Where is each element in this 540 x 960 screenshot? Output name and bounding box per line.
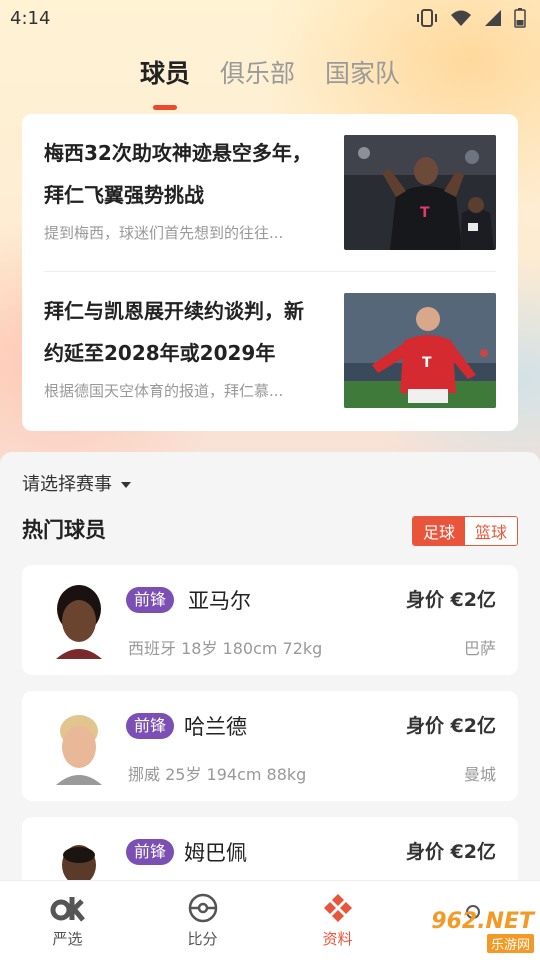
nav-label: 严选 (52, 930, 83, 948)
news-item[interactable]: 拜仁与凯恩展开续约谈判，新约延至2028年或2029年 根据德国天空体育的报道，… (44, 272, 496, 430)
competition-filter[interactable]: 请选择赛事 (22, 470, 132, 496)
news-title: 梅西32次助攻神迹悬空多年，拜仁飞翼强势挑战 (44, 141, 312, 207)
news-card: 梅西32次助攻神迹悬空多年，拜仁飞翼强势挑战 提到梅西，球迷们首先想到的往往..… (22, 114, 518, 431)
player-meta: 西班牙 18岁 180cm 72kg (128, 639, 323, 658)
nav-item-selection[interactable]: 严选 (0, 881, 135, 960)
position-badge: 前锋 (126, 713, 175, 739)
battery-icon (514, 8, 526, 28)
player-card[interactable]: 前锋 亚马尔 西班牙 18岁 180cm 72kg 身价 €2亿 巴萨 (22, 565, 518, 675)
news-image: T (344, 135, 496, 250)
nav-item-data[interactable]: 资料 (270, 881, 405, 960)
ball-icon (188, 892, 218, 924)
nav-label: 资料 (322, 930, 353, 948)
player-avatar (46, 707, 112, 785)
section-title: 热门球员 (22, 518, 106, 542)
player-value: 身价 €2亿 (405, 841, 496, 863)
player-value: 身价 €2亿 (405, 589, 496, 611)
position-badge: 前锋 (126, 587, 175, 613)
nav-item-scores[interactable]: 比分 (135, 881, 270, 960)
watermark-top: 962.NET (431, 909, 534, 934)
wifi-icon (450, 9, 472, 27)
position-badge: 前锋 (126, 839, 175, 865)
news-title: 拜仁与凯恩展开续约谈判，新约延至2028年或2029年 (44, 299, 304, 365)
status-time: 4:14 (10, 7, 51, 29)
ok-logo-icon (50, 892, 86, 924)
watermark-bottom: 乐游网 (486, 934, 534, 953)
news-item[interactable]: 梅西32次助攻神迹悬空多年，拜仁飞翼强势挑战 提到梅西，球迷们首先想到的往往..… (44, 114, 496, 272)
player-club: 曼城 (463, 765, 496, 784)
news-image: T (344, 293, 496, 408)
tab-national-teams[interactable]: 国家队 (323, 50, 402, 100)
player-name: 哈兰德 (184, 715, 247, 739)
bottom-nav: 严选 比分 资料 962.NET 乐游网 (0, 880, 540, 960)
player-name: 亚马尔 (188, 589, 251, 613)
caret-down-icon (120, 473, 132, 494)
signal-icon (484, 9, 502, 27)
basketball-toggle[interactable]: 篮球 (464, 517, 517, 545)
player-avatar (46, 581, 112, 659)
vibrate-icon (416, 9, 438, 27)
diamond-cluster-icon (322, 892, 354, 924)
news-summary: 根据德国天空体育的报道，拜仁慕... (44, 382, 284, 400)
site-watermark: 962.NET 乐游网 (402, 908, 534, 954)
player-name: 姆巴佩 (184, 841, 247, 865)
top-tabs: 球员 俱乐部 国家队 (0, 50, 540, 100)
player-value: 身价 €2亿 (405, 715, 496, 737)
tab-players[interactable]: 球员 (138, 50, 192, 100)
status-icons (416, 8, 526, 28)
svg-text:T: T (420, 205, 430, 221)
svg-text:T: T (422, 355, 432, 371)
tab-clubs[interactable]: 俱乐部 (218, 50, 297, 100)
nav-label: 比分 (187, 930, 218, 948)
player-meta: 挪威 25岁 194cm 88kg (128, 765, 307, 784)
competition-filter-label: 请选择赛事 (22, 474, 112, 495)
football-toggle[interactable]: 足球 (412, 517, 465, 545)
sport-toggle: 足球 篮球 (411, 516, 518, 546)
player-club: 巴萨 (463, 639, 496, 658)
status-bar: 4:14 (0, 0, 540, 36)
news-summary: 提到梅西，球迷们首先想到的往往... (44, 224, 284, 242)
player-card[interactable]: 前锋 哈兰德 挪威 25岁 194cm 88kg 身价 €2亿 曼城 (22, 691, 518, 801)
